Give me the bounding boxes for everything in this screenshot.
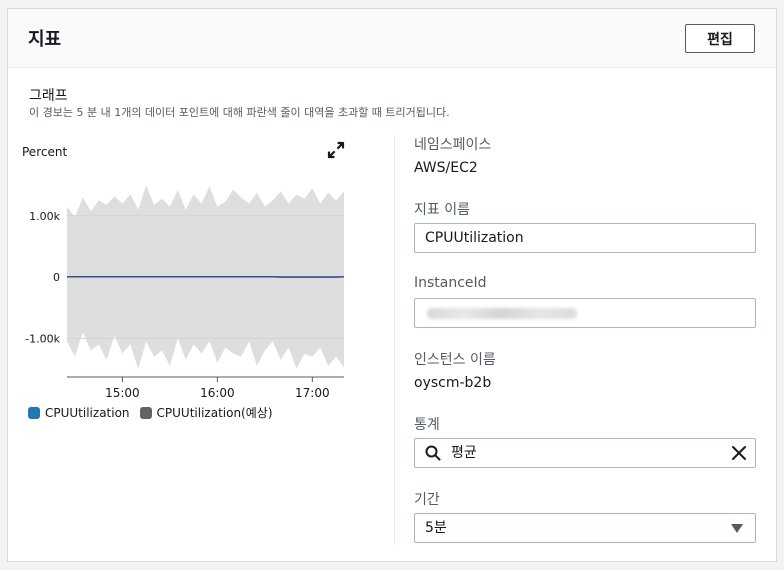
instance-name-value: oyscm-b2b — [414, 375, 492, 391]
period-value: 5분 — [425, 520, 447, 536]
chart-legend: CPUUtilization CPUUtilization(예상) — [28, 404, 283, 421]
y-axis-label: Percent — [22, 145, 67, 159]
statistic-label: 통계 — [414, 417, 440, 433]
namespace-value: AWS/EC2 — [414, 160, 478, 176]
edit-button[interactable]: 편집 — [685, 24, 755, 53]
statistic-value: 평균 — [451, 445, 477, 461]
period-select[interactable]: 5분 — [414, 513, 756, 543]
legend-swatch-gray — [139, 406, 152, 419]
caret-down-icon — [731, 524, 743, 533]
legend-label: CPUUtilization(예상) — [156, 406, 273, 420]
y-tick-label: 0 — [53, 271, 60, 284]
panel-title: 지표 — [28, 29, 62, 50]
legend-label: CPUUtilization — [45, 405, 130, 420]
redacted-instance-id — [427, 308, 577, 319]
instance-id-field[interactable] — [414, 298, 756, 328]
chart-svg: Percent 1.00k 0 -1.00k 15:00 16:00 17:00 — [22, 145, 345, 400]
y-tick-label: -1.00k — [25, 332, 60, 345]
metric-name-label: 지표 이름 — [414, 202, 470, 218]
graph-title: 그래프 — [29, 88, 68, 104]
legend-item-actual[interactable]: CPUUtilization — [28, 406, 130, 420]
x-tick-label: 17:00 — [295, 386, 330, 400]
clear-icon[interactable] — [731, 445, 747, 461]
statistic-field[interactable]: 평균 — [414, 438, 756, 468]
legend-swatch-blue — [28, 406, 40, 419]
metric-name-value: CPUUtilization — [425, 230, 524, 246]
column-divider — [394, 135, 395, 545]
namespace-label: 네임스페이스 — [414, 137, 492, 153]
graph-description: 이 경보는 5 분 내 1개의 데이터 포인트에 대해 파란색 줄이 대역을 초… — [29, 106, 450, 119]
panel-header: 지표 편집 — [8, 9, 776, 68]
expand-icon[interactable] — [326, 140, 346, 160]
x-tick-label: 16:00 — [200, 386, 235, 400]
instance-name-label: 인스턴스 이름 — [414, 352, 496, 368]
period-label: 기간 — [414, 492, 440, 508]
metric-name-field[interactable]: CPUUtilization — [414, 223, 756, 253]
x-tick-label: 15:00 — [105, 386, 140, 400]
legend-item-expected[interactable]: CPUUtilization(예상) — [139, 404, 273, 421]
search-icon — [425, 445, 441, 461]
metric-chart: Percent 1.00k 0 -1.00k 15:00 16:00 17:00 — [22, 135, 352, 420]
metrics-panel: 지표 편집 그래프 이 경보는 5 분 내 1개의 데이터 포인트에 대해 파란… — [7, 8, 777, 562]
instance-id-label: InstanceId — [414, 275, 487, 291]
y-tick-label: 1.00k — [29, 210, 60, 223]
